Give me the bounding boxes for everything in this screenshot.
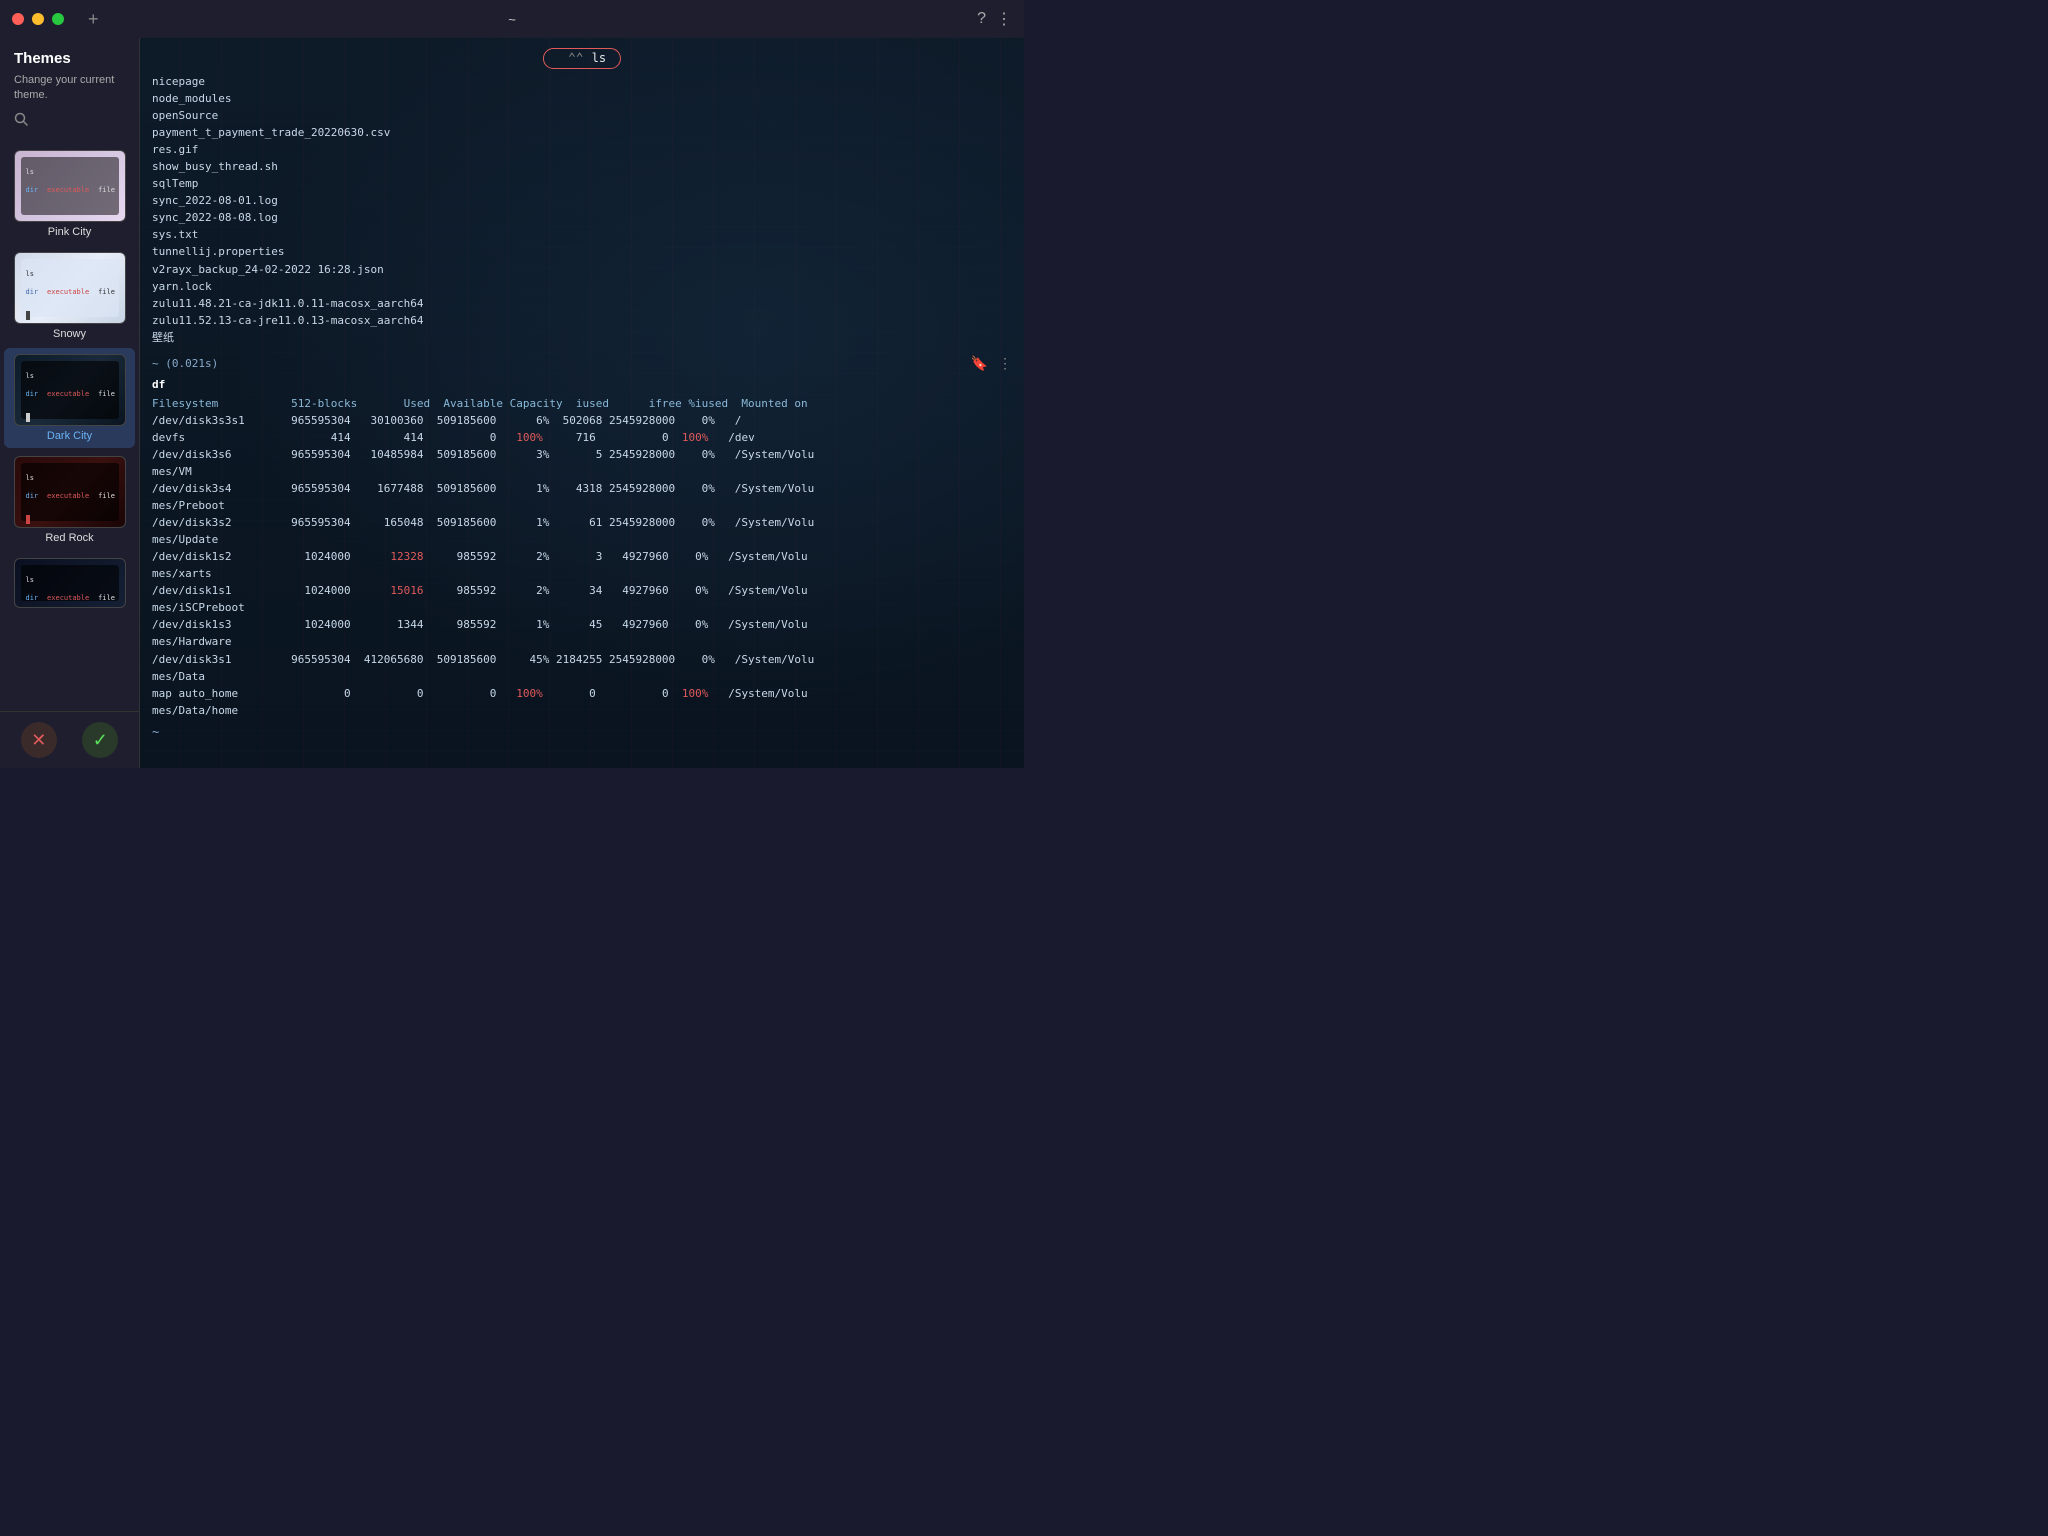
ls-file-v2rayx: v2rayx_backup_24-02-2022 16:28.json (152, 261, 1012, 278)
sidebar-header: Themes Change your current theme. (0, 50, 139, 144)
df-row-1: devfs 414 414 0 100% 716 0 100% /dev (152, 429, 1012, 446)
theme-name-red-rock: Red Rock (45, 532, 93, 544)
theme-item-5[interactable]: ls dir executable file (4, 552, 135, 618)
df-header-icons: 🔖 ⋮ (971, 356, 1012, 372)
df-row-2b: mes/VM (152, 463, 1012, 480)
ls-output-block: ⌃⌃ ls nicepage node_modules openSource p… (152, 46, 1012, 346)
df-row-8: /dev/disk3s1 965595304 412065680 5091856… (152, 651, 1012, 668)
df-row-7: /dev/disk1s3 1024000 1344 985592 1% 45 4… (152, 616, 1012, 633)
df-command: df (152, 376, 1012, 393)
ls-file-wallpaper: 壁纸 (152, 329, 1012, 346)
theme-preview-snowy: ls dir executable file (14, 252, 126, 324)
df-row-3: /dev/disk3s4 965595304 1677488 509185600… (152, 480, 1012, 497)
df-row-9b: mes/Data/home (152, 702, 1012, 719)
ls-command-text: ls (592, 51, 606, 65)
close-button[interactable] (12, 13, 24, 25)
ls-file-sqltemp: sqlTemp (152, 175, 1012, 192)
main-content: Themes Change your current theme. ls dir… (0, 38, 1024, 768)
df-prompt: ~ (0.021s) (152, 357, 218, 370)
minimize-button[interactable] (32, 13, 44, 25)
df-row-6: /dev/disk1s1 1024000 15016 985592 2% 34 … (152, 582, 1012, 599)
chevron-up-icon: ⌃⌃ (568, 51, 584, 66)
themes-sidebar: Themes Change your current theme. ls dir… (0, 38, 140, 768)
ls-command-pill: ⌃⌃ ls (543, 48, 621, 69)
df-row-0: /dev/disk3s3s1 965595304 30100360 509185… (152, 412, 1012, 429)
theme-item-pink-city[interactable]: ls dir executable file Pink City (4, 144, 135, 244)
theme-item-dark-city[interactable]: ls dir executable file Dark City (4, 348, 135, 448)
ls-file-nicepage: nicepage (152, 73, 1012, 90)
titlebar: + ~ ? ⋮ (0, 0, 1024, 38)
df-row-8b: mes/Data (152, 668, 1012, 685)
ls-file-sys: sys.txt (152, 226, 1012, 243)
df-row-5b: mes/xarts (152, 565, 1012, 582)
df-table: Filesystem 512-blocks Used Available Cap… (152, 395, 1012, 719)
help-icon[interactable]: ? (977, 10, 986, 28)
theme-preview-dark-city: ls dir executable file (14, 354, 126, 426)
df-row-4: /dev/disk3s2 965595304 165048 509185600 … (152, 514, 1012, 531)
ls-file-sync1: sync_2022-08-01.log (152, 192, 1012, 209)
theme-preview-red-rock: ls dir executable file (14, 456, 126, 528)
theme-item-red-rock[interactable]: ls dir executable file Red Rock (4, 450, 135, 550)
sidebar-title: Themes (14, 50, 125, 67)
df-row-4b: mes/Update (152, 531, 1012, 548)
titlebar-title: ~ (508, 12, 516, 27)
df-row-7b: mes/Hardware (152, 633, 1012, 650)
theme-item-snowy[interactable]: ls dir executable file Snowy (4, 246, 135, 346)
df-header-row: Filesystem 512-blocks Used Available Cap… (152, 395, 1012, 412)
theme-name-dark-city: Dark City (47, 430, 92, 442)
ls-file-tunnellij: tunnellij.properties (152, 243, 1012, 260)
terminal-content: ⌃⌃ ls nicepage node_modules openSource p… (152, 46, 1012, 739)
df-row-2: /dev/disk3s6 965595304 10485984 50918560… (152, 446, 1012, 463)
ls-file-sync2: sync_2022-08-08.log (152, 209, 1012, 226)
theme-preview-5: ls dir executable file (14, 558, 126, 608)
ls-file-show-busy: show_busy_thread.sh (152, 158, 1012, 175)
df-row-3b: mes/Preboot (152, 497, 1012, 514)
terminal-panel[interactable]: ⌃⌃ ls nicepage node_modules openSource p… (140, 38, 1024, 768)
new-tab-button[interactable]: + (88, 9, 99, 30)
ls-file-yarn: yarn.lock (152, 278, 1012, 295)
final-prompt: ~ (152, 725, 1012, 739)
df-command-header: ~ (0.021s) 🔖 ⋮ (152, 354, 1012, 374)
ls-file-zulu2: zulu11.52.13-ca-jre11.0.13-macosx_aarch6… (152, 312, 1012, 329)
theme-preview-pink-city: ls dir executable file (14, 150, 126, 222)
sidebar-action-buttons: ✕ ✓ (0, 711, 139, 768)
ls-file-zulu1: zulu11.48.21-ca-jdk11.0.11-macosx_aarch6… (152, 295, 1012, 312)
cancel-button[interactable]: ✕ (21, 722, 57, 758)
ls-command-header: ⌃⌃ ls (152, 46, 1012, 70)
ls-file-payment: payment_t_payment_trade_20220630.csv (152, 124, 1012, 141)
ls-file-res: res.gif (152, 141, 1012, 158)
df-row-9: map auto_home 0 0 0 100% 0 0 100% /Syste… (152, 685, 1012, 702)
theme-name-snowy: Snowy (53, 328, 86, 340)
confirm-button[interactable]: ✓ (82, 722, 118, 758)
ls-file-node-modules: node_modules (152, 90, 1012, 107)
sidebar-subtitle: Change your current theme. (14, 73, 125, 104)
search-icon[interactable] (14, 112, 32, 130)
theme-name-pink-city: Pink City (48, 226, 91, 238)
df-row-6b: mes/iSCPreboot (152, 599, 1012, 616)
menu-icon[interactable]: ⋮ (996, 9, 1012, 29)
more-icon[interactable]: ⋮ (998, 356, 1012, 372)
bookmark-icon[interactable]: 🔖 (971, 356, 988, 372)
df-row-5: /dev/disk1s2 1024000 12328 985592 2% 3 4… (152, 548, 1012, 565)
ls-file-opensource: openSource (152, 107, 1012, 124)
maximize-button[interactable] (52, 13, 64, 25)
